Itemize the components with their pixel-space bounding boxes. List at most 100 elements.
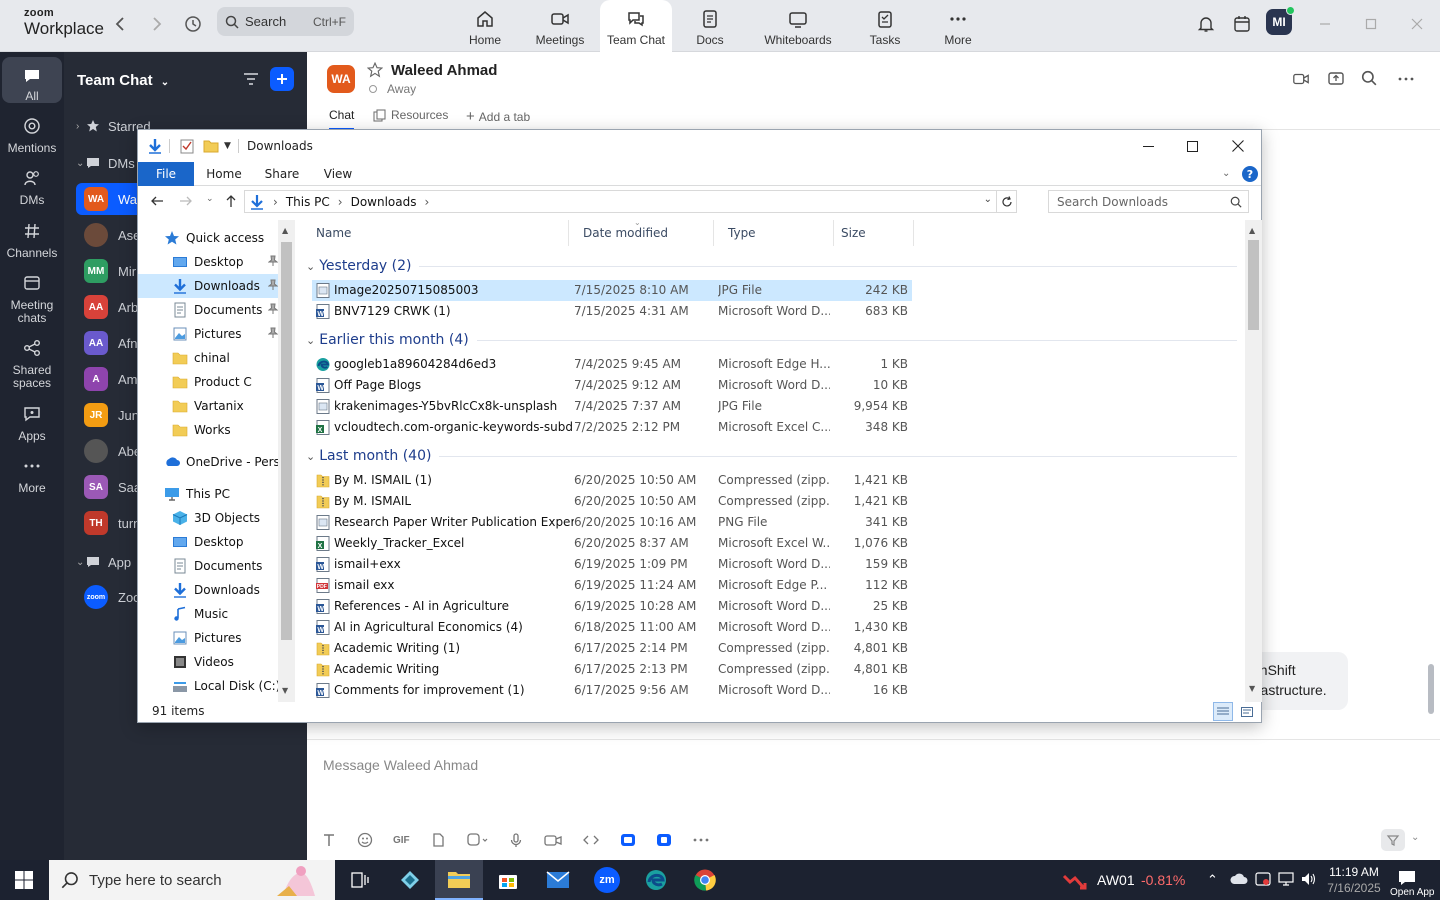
explorer-forward-icon[interactable] [179, 194, 193, 208]
scroll-up-icon[interactable]: ▲ [1249, 226, 1255, 235]
send-options-chevron-icon[interactable]: ⌄ [1411, 832, 1419, 843]
file-group-header[interactable]: ⌄ Yesterday (2) [302, 254, 1237, 278]
history-icon[interactable] [181, 12, 205, 36]
microphone-icon[interactable] [508, 832, 524, 848]
nav-team-chat[interactable]: Team Chat [600, 0, 672, 52]
mail-icon[interactable] [534, 860, 582, 900]
file-row[interactable]: Image20250715085003 7/15/2025 8:10 AM JPG … [312, 280, 912, 301]
nav-item[interactable]: Pictures [138, 626, 280, 650]
refresh-icon[interactable] [996, 191, 1016, 212]
help-icon[interactable]: ? [1242, 166, 1258, 182]
quick-toolbar-dropdown-icon[interactable]: ▼ [224, 141, 231, 151]
rail-apps[interactable]: Apps [2, 402, 62, 443]
large-icons-view-icon[interactable] [1237, 702, 1257, 721]
start-button[interactable] [0, 860, 48, 900]
ribbon-expand-chevron-icon[interactable]: ⌄ [1222, 168, 1230, 179]
zoom-taskbar-icon[interactable]: zm [583, 860, 631, 900]
network-icon[interactable] [1278, 871, 1294, 887]
nav-item[interactable]: Local Disk (C:) [138, 674, 280, 698]
more-tools-icon[interactable] [692, 832, 710, 848]
nav-item[interactable]: Downloads [138, 274, 280, 298]
nav-scroll-thumb[interactable] [281, 242, 292, 640]
zoom-app-icon[interactable] [620, 832, 636, 848]
nav-item[interactable]: 3D Objects [138, 506, 280, 530]
explorer-back-icon[interactable] [150, 194, 164, 208]
column-header-name[interactable]: Name [302, 220, 569, 246]
screenshot-icon[interactable] [466, 832, 488, 848]
file-row[interactable]: W References - AI in Agriculture 6/19/2025… [312, 596, 912, 617]
file-group-header[interactable]: ⌄ Last month (40) [302, 444, 1237, 468]
file-row[interactable]: Wismail+exx 6/19/2025 1:09 PM Microsoft Wo… [312, 554, 912, 575]
nav-item[interactable]: Vartanix [138, 394, 280, 418]
more-options-icon[interactable] [1397, 70, 1415, 88]
file-row[interactable]: Academic Writing 6/17/2025 2:13 PM Compres… [312, 659, 912, 680]
rail-all[interactable]: All [2, 57, 62, 103]
file-explorer-taskbar-icon[interactable] [435, 860, 483, 900]
edge-icon[interactable] [632, 860, 680, 900]
nav-item[interactable]: Music [138, 602, 280, 626]
file-row[interactable]: PDF ismail exx 6/19/2025 11:24 AM Microsoft… [312, 575, 912, 596]
message-input[interactable]: Message Waleed Ahmad [323, 757, 478, 773]
nav-item[interactable]: Documents [138, 298, 280, 322]
nav-item[interactable]: OneDrive - Persor [138, 450, 292, 474]
forward-arrow-icon[interactable] [145, 12, 169, 36]
file-list-scrollbar[interactable]: ▲ ▼ [1245, 220, 1262, 702]
nav-pane-scrollbar[interactable]: ▲ ▼ [278, 220, 295, 702]
nav-more[interactable]: More [922, 0, 994, 52]
ribbon-tab-view[interactable]: View [314, 162, 362, 186]
nav-home[interactable]: Home [449, 0, 521, 52]
explorer-close-icon[interactable] [1216, 133, 1260, 159]
file-row[interactable]: Xvcloudtech.com-organic-keywords-subd...… [312, 417, 912, 438]
rail-shared-spaces[interactable]: Shared spaces [2, 336, 62, 390]
format-text-icon[interactable] [321, 832, 337, 848]
column-header-date[interactable]: Date modified [569, 220, 714, 246]
nav-item[interactable]: Desktop [138, 530, 280, 554]
file-row[interactable]: W AI in Agricultural Economics (4) 6/18/20… [312, 617, 912, 638]
nav-item[interactable]: Product C [138, 370, 280, 394]
filter-icon[interactable] [243, 71, 259, 87]
favorite-star-icon[interactable] [367, 62, 383, 78]
file-group-header[interactable]: ⌄ Earlier this month (4) [302, 328, 1237, 352]
properties-icon[interactable] [180, 138, 194, 154]
chrome-icon[interactable] [681, 860, 729, 900]
explorer-minimize-icon[interactable] [1126, 133, 1170, 159]
calendar-icon[interactable] [1230, 12, 1254, 36]
contact-name[interactable]: Waleed Ahmad [391, 62, 497, 79]
nav-item[interactable]: Works [138, 418, 280, 442]
rail-more[interactable]: More [2, 454, 62, 495]
minimize-icon[interactable] [1313, 12, 1337, 36]
nav-item[interactable]: Quick access [138, 226, 280, 250]
search-chat-icon[interactable] [1361, 70, 1377, 86]
explorer-up-icon[interactable] [224, 194, 238, 208]
column-header-type[interactable]: Type [714, 220, 834, 246]
file-row[interactable]: W Comments for improvement (1) 6/17/2025 9… [312, 680, 912, 701]
explorer-maximize-icon[interactable] [1170, 133, 1214, 159]
file-row[interactable]: Academic Writing (1) 6/17/2025 2:14 PM Com… [312, 638, 912, 659]
ribbon-tab-home[interactable]: Home [198, 162, 250, 186]
notification-icon[interactable] [1398, 870, 1416, 886]
file-attach-icon[interactable] [430, 832, 446, 848]
breadcrumb-this-pc[interactable]: This PC [286, 195, 330, 209]
file-row[interactable]: By M. ISMAIL 6/20/2025 10:50 AM Compressed… [312, 491, 912, 512]
add-tab-button[interactable]: + Add a tab [466, 108, 530, 125]
nav-docs[interactable]: Docs [674, 0, 746, 52]
nav-item[interactable]: Downloads [138, 578, 280, 602]
emoji-icon[interactable] [357, 832, 373, 848]
stock-name[interactable]: AW01 [1097, 872, 1135, 888]
zoom-docs-icon[interactable] [656, 832, 672, 848]
nav-meetings[interactable]: Meetings [524, 0, 596, 52]
breadcrumb-downloads[interactable]: Downloads [351, 195, 417, 209]
details-view-icon[interactable] [1213, 702, 1233, 721]
scroll-down-icon[interactable]: ▼ [282, 686, 288, 695]
back-arrow-icon[interactable] [108, 12, 132, 36]
share-screen-icon[interactable] [1327, 70, 1345, 88]
file-row[interactable]: krakenimages-Y5bvRlcCx8k-unsplash 7/4/202… [312, 396, 912, 417]
file-scroll-thumb[interactable] [1248, 240, 1259, 330]
nav-item[interactable]: Desktop [138, 250, 280, 274]
file-row[interactable]: W Off Page Blogs 7/4/2025 9:12 AM Microsoft… [312, 375, 912, 396]
file-row[interactable]: By M. ISMAIL (1) 6/20/2025 10:50 AM Compre… [312, 470, 912, 491]
explorer-search-box[interactable]: Search Downloads [1048, 190, 1249, 213]
address-path-box[interactable]: › This PC › Downloads › ⌄ [244, 190, 1017, 213]
new-chat-button[interactable] [270, 67, 294, 91]
rail-meeting-chats[interactable]: Meeting chats [2, 271, 62, 325]
